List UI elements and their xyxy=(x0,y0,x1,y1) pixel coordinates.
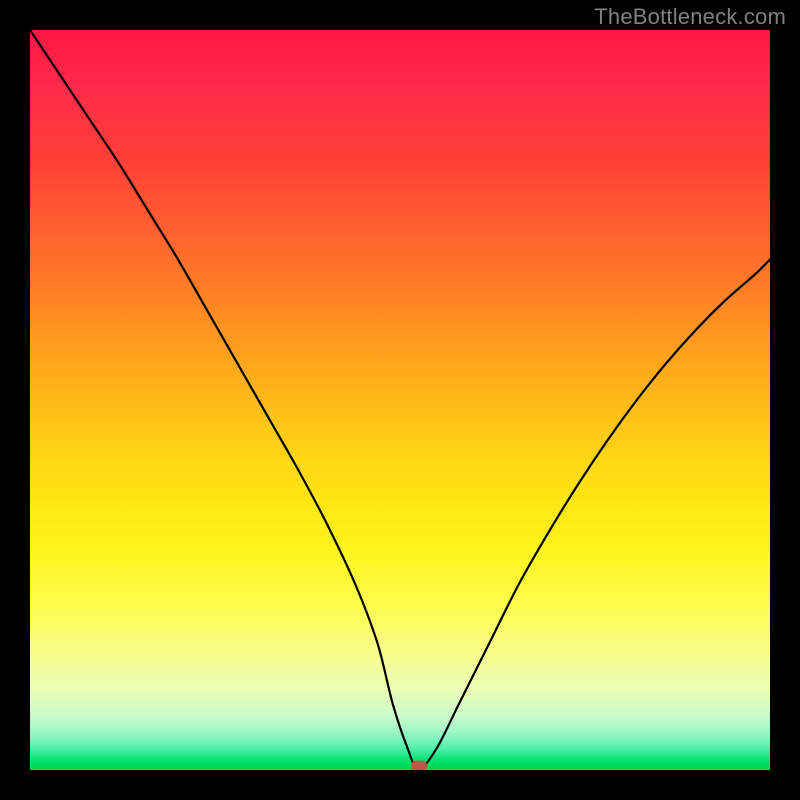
optimal-point-marker xyxy=(411,761,427,771)
gradient-background xyxy=(30,30,770,770)
chart-frame: TheBottleneck.com xyxy=(0,0,800,800)
watermark-text: TheBottleneck.com xyxy=(594,4,786,30)
plot-area xyxy=(30,30,770,770)
